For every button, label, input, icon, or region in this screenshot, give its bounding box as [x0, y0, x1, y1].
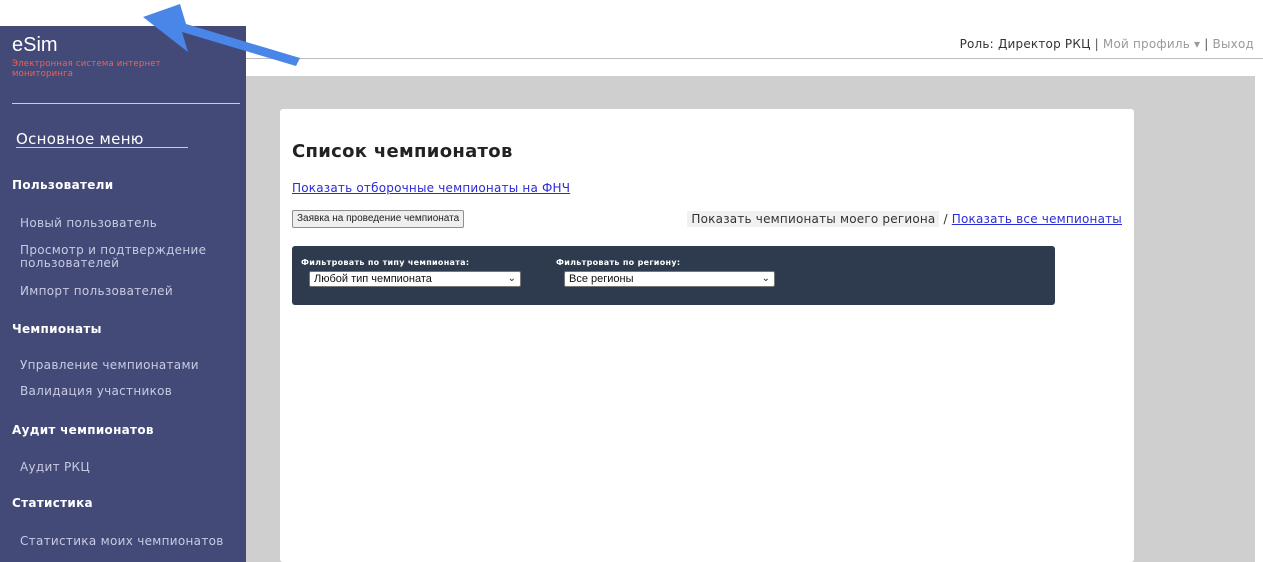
my-profile-link[interactable]: Мой профиль	[1103, 37, 1190, 51]
chevron-down-icon[interactable]: ▾	[1194, 37, 1200, 51]
main-card: Список чемпионатов Показать отборочные ч…	[280, 109, 1134, 562]
sidebar-item-new-user[interactable]: Новый пользователь	[20, 217, 230, 230]
type-filter-select[interactable]: Любой тип чемпионата ⌄	[309, 271, 521, 287]
sidebar-item-view-users[interactable]: Просмотр и подтверждение пользователей	[20, 244, 230, 270]
content-edge	[1255, 59, 1263, 562]
region-toggle: Показать чемпионаты моего региона / Пока…	[687, 211, 1122, 227]
role-label: Роль: Директор РКЦ	[959, 37, 1091, 51]
my-region-label: Показать чемпионаты моего региона	[687, 211, 940, 227]
filter-panel: Фильтровать по типу чемпионата: Любой ти…	[292, 246, 1055, 305]
section-championships: Чемпионаты	[12, 322, 102, 336]
separator: |	[1094, 37, 1099, 51]
show-all-link[interactable]: Показать все чемпионаты	[952, 212, 1122, 226]
sidebar-item-validation[interactable]: Валидация участников	[20, 385, 230, 398]
chevron-down-icon: ⌄	[761, 273, 770, 284]
chevron-down-icon: ⌄	[507, 273, 516, 284]
main-menu-title: Основное меню	[16, 130, 144, 148]
annotation-arrow-icon	[143, 4, 300, 66]
type-filter-label: Фильтровать по типу чемпионата:	[301, 258, 470, 267]
user-menu: Роль: Директор РКЦ | Мой профиль ▾ | Вых…	[960, 37, 1254, 51]
divider	[16, 147, 188, 148]
apply-championship-button[interactable]: Заявка на проведение чемпионата	[292, 210, 465, 228]
page-title: Список чемпионатов	[292, 141, 513, 162]
separator: |	[1204, 37, 1209, 51]
separator: /	[943, 212, 948, 226]
sidebar-item-manage-championships[interactable]: Управление чемпионатами	[20, 359, 230, 372]
sidebar-item-my-stats[interactable]: Статистика моих чемпионатов	[20, 535, 230, 548]
section-users: Пользователи	[12, 178, 114, 192]
sidebar-item-import-users[interactable]: Импорт пользователей	[20, 285, 230, 298]
region-filter-label: Фильтровать по региону:	[556, 258, 681, 267]
region-filter-select[interactable]: Все регионы ⌄	[564, 271, 775, 287]
sidebar-item-audit-rkc[interactable]: Аудит РКЦ	[20, 461, 230, 474]
region-filter-value: Все регионы	[569, 273, 634, 285]
section-statistics: Статистика	[12, 496, 93, 510]
divider	[12, 103, 240, 104]
section-audit: Аудит чемпионатов	[12, 423, 154, 437]
top-header: Роль: Директор РКЦ | Мой профиль ▾ | Вых…	[246, 26, 1263, 59]
show-qualifiers-link[interactable]: Показать отборочные чемпионаты на ФНЧ	[292, 181, 570, 195]
sidebar: eSim Электронная система интернет монито…	[0, 26, 246, 562]
type-filter-value: Любой тип чемпионата	[314, 273, 432, 285]
logout-link[interactable]: Выход	[1213, 37, 1254, 51]
